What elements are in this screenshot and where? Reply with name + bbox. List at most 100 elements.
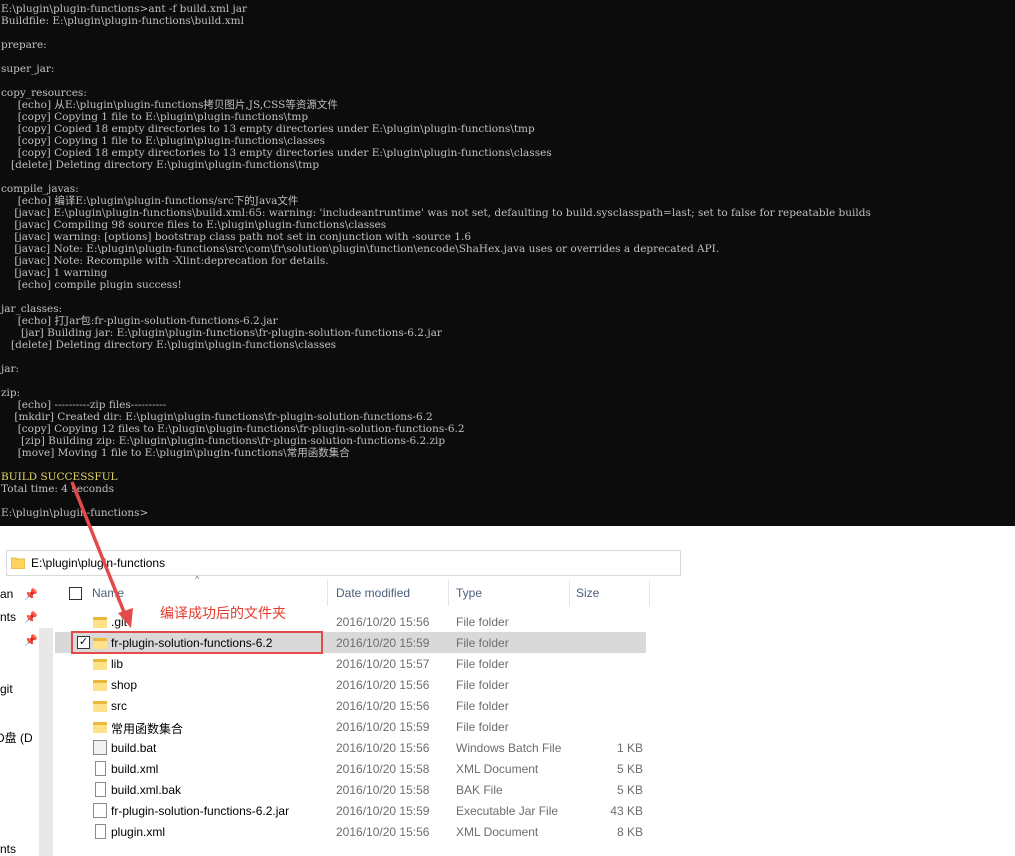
file-type: File folder — [456, 699, 509, 713]
file-icon — [95, 782, 106, 797]
file-size: 5 KB — [616, 783, 643, 797]
nav-item-d-drive[interactable]: D盘 (D — [0, 729, 33, 746]
console-line: [javac] 1 warning — [1, 267, 108, 279]
file-row[interactable]: plugin.xml 2016/10/20 15:56 XML Document 8 … — [55, 821, 646, 842]
folder-icon — [93, 701, 107, 712]
batch-file-icon — [93, 740, 107, 755]
console-line: Total time: 4 seconds — [1, 483, 115, 495]
column-divider[interactable] — [327, 580, 328, 606]
console-line: [javac] warning: [options] bootstrap cla… — [1, 231, 472, 243]
console-line: [mkdir] Created dir: E:\plugin\plugin-fu… — [1, 411, 433, 423]
file-type: File folder — [456, 636, 509, 650]
console-line: [delete] Deleting directory E:\plugin\pl… — [1, 159, 320, 171]
file-row[interactable]: fr-plugin-solution-functions-6.2.jar 2016… — [55, 800, 646, 821]
highlight-box — [71, 631, 323, 654]
file-row[interactable]: build.bat 2016/10/20 15:56 Windows Batch F… — [55, 737, 646, 758]
pin-icon: 📌 — [24, 589, 38, 601]
column-divider[interactable] — [649, 580, 650, 606]
console-line: [copy] Copied 18 empty directories to 13… — [1, 147, 552, 159]
console-line: [echo] 从E:\plugin\plugin-functions拷贝图片,J… — [1, 99, 338, 111]
select-all-checkbox[interactable] — [69, 587, 82, 600]
console-line: [echo] compile plugin success! — [1, 279, 182, 291]
column-header-type[interactable]: Type — [456, 586, 482, 600]
file-row[interactable]: build.xml 2016/10/20 15:58 XML Document 5 K… — [55, 758, 646, 779]
file-row[interactable]: .git 2016/10/20 15:56 File folder — [55, 611, 646, 632]
console-line: prepare: — [1, 39, 47, 51]
file-type: File folder — [456, 720, 509, 734]
file-name: build.xml.bak — [111, 783, 182, 797]
console-line: E:\plugin\plugin-functions> — [1, 507, 149, 519]
console-line: [zip] Building zip: E:\plugin\plugin-fun… — [1, 435, 446, 447]
nav-item-git[interactable]: git — [0, 682, 13, 696]
jar-file-icon — [93, 803, 107, 818]
console-line: [echo] 打Jar包:fr-plugin-solution-function… — [1, 315, 278, 327]
console-line: [javac] E:\plugin\plugin-functions\build… — [1, 207, 871, 219]
nav-item-quick-access-2[interactable]: nts — [0, 610, 16, 624]
file-size: 43 KB — [610, 804, 643, 818]
column-divider[interactable] — [448, 580, 449, 606]
file-row[interactable]: shop 2016/10/20 15:56 File folder — [55, 674, 646, 695]
file-date: 2016/10/20 15:56 — [336, 825, 430, 839]
column-header-row: Name Date modified Type Size — [55, 580, 655, 606]
address-path: E:\plugin\plugin-functions — [31, 556, 166, 570]
file-row[interactable]: lib 2016/10/20 15:57 File folder — [55, 653, 646, 674]
file-name: fr-plugin-solution-functions-6.2.jar — [111, 804, 290, 818]
folder-icon — [93, 680, 107, 691]
console-line: zip: — [1, 387, 21, 399]
console-line: jar_classes: — [1, 303, 63, 315]
file-row[interactable]: 常用函数集合 2016/10/20 15:59 File folder — [55, 716, 646, 737]
console-line: Buildfile: E:\plugin\plugin-functions\bu… — [1, 15, 244, 27]
console-line: [copy] Copying 12 files to E:\plugin\plu… — [1, 423, 465, 435]
console-line: [copy] Copying 1 file to E:\plugin\plugi… — [1, 111, 309, 123]
file-type: BAK File — [456, 783, 503, 797]
file-row[interactable]: src 2016/10/20 15:56 File folder — [55, 695, 646, 716]
file-date: 2016/10/20 15:57 — [336, 657, 430, 671]
column-header-size[interactable]: Size — [576, 586, 599, 600]
address-bar[interactable]: E:\plugin\plugin-functions — [6, 550, 681, 576]
file-type: XML Document — [456, 825, 539, 839]
file-date: 2016/10/20 15:56 — [336, 699, 430, 713]
file-date: 2016/10/20 15:58 — [336, 783, 430, 797]
file-date: 2016/10/20 15:56 — [336, 615, 430, 629]
column-header-name[interactable]: Name — [92, 586, 124, 600]
build-status-line: BUILD SUCCESSFUL — [1, 471, 118, 483]
navigation-scrollbar[interactable] — [39, 628, 53, 856]
column-divider[interactable] — [569, 580, 570, 606]
file-date: 2016/10/20 15:56 — [336, 678, 430, 692]
file-row[interactable]: build.xml.bak 2016/10/20 15:58 BAK File 5 K… — [55, 779, 646, 800]
console-line: [javac] Note: E:\plugin\plugin-functions… — [1, 243, 720, 255]
file-date: 2016/10/20 15:59 — [336, 636, 430, 650]
file-name: lib — [111, 657, 124, 671]
pin-icon: 📌 — [24, 612, 38, 624]
file-type: Windows Batch File — [456, 741, 562, 755]
file-date: 2016/10/20 15:56 — [336, 741, 430, 755]
file-icon — [95, 824, 106, 839]
folder-icon — [11, 557, 25, 569]
file-date: 2016/10/20 15:58 — [336, 762, 430, 776]
file-name: plugin.xml — [111, 825, 166, 839]
folder-icon — [93, 659, 107, 670]
console-line: [delete] Deleting directory E:\plugin\pl… — [1, 339, 337, 351]
column-header-date[interactable]: Date modified — [336, 586, 410, 600]
console-line: jar: — [1, 363, 20, 375]
file-size: 8 KB — [616, 825, 643, 839]
file-name: src — [111, 699, 127, 713]
file-type: File folder — [456, 678, 509, 692]
console-line: [javac] Compiling 98 source files to E:\… — [1, 219, 387, 231]
file-name: .git — [111, 615, 128, 629]
console-line: compile_javas: — [1, 183, 79, 195]
file-explorer: E:\plugin\plugin-functions an 📌 nts 📌 📌 … — [0, 546, 1015, 856]
file-date: 2016/10/20 15:59 — [336, 720, 430, 734]
nav-item-quick-access-1[interactable]: an — [0, 587, 13, 601]
console-line: E:\plugin\plugin-functions>ant -f build.… — [1, 3, 248, 15]
console-line: [echo] ----------zip files---------- — [1, 399, 167, 411]
file-name: build.xml — [111, 762, 159, 776]
file-type: XML Document — [456, 762, 539, 776]
nav-item-documents[interactable]: nts — [0, 842, 16, 856]
